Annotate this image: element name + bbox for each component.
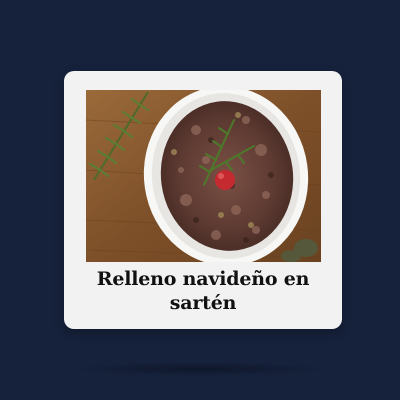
recipe-photo[interactable] — [86, 90, 321, 262]
page-background: Relleno navideño en sartén — [0, 0, 400, 400]
recipe-card[interactable]: Relleno navideño en sartén — [64, 71, 342, 329]
recipe-title[interactable]: Relleno navideño en sartén — [64, 267, 342, 315]
stuffing-dish-icon — [86, 90, 321, 262]
card-shadow — [70, 362, 330, 376]
